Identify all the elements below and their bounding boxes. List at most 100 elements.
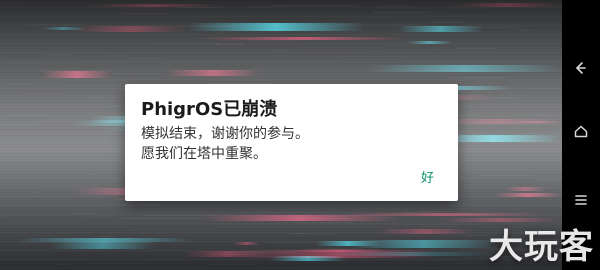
noise-line [466, 235, 488, 236]
glitch-band [350, 240, 497, 248]
noise-line [36, 121, 82, 122]
noise-line [121, 218, 205, 219]
noise-line [52, 85, 120, 86]
noise-line [456, 48, 495, 49]
noise-line [416, 70, 448, 71]
noise-line [378, 6, 410, 7]
scanline [0, 210, 562, 211]
noise-line [220, 40, 302, 41]
dialog-message-line-2: 愿我们在塔中重聚。 [141, 146, 267, 162]
noise-line [529, 114, 553, 115]
noise-line [355, 18, 395, 19]
noise-line [8, 84, 32, 85]
noise-line [251, 67, 289, 68]
noise-line [212, 254, 255, 255]
noise-line [268, 242, 326, 243]
noise-line [41, 185, 98, 186]
noise-line [88, 124, 102, 125]
noise-line [126, 237, 133, 238]
noise-line [249, 212, 328, 213]
glitch-band [166, 70, 260, 76]
noise-line [97, 236, 114, 237]
scanline [0, 204, 562, 205]
glitch-band [407, 41, 452, 44]
back-icon [573, 60, 589, 80]
noise-line [3, 2, 21, 3]
noise-line [512, 30, 562, 31]
noise-line [224, 252, 296, 253]
scanline [0, 57, 562, 58]
dialog-message-line-1: 模拟结束，谢谢你的参与。 [141, 126, 309, 142]
glitch-band [234, 242, 259, 245]
noise-line [207, 264, 256, 265]
noise-line [465, 27, 518, 28]
menu-icon [573, 192, 589, 212]
noise-line [31, 192, 41, 193]
dialog-title: PhigrOS已崩溃 [141, 99, 278, 120]
noise-line [112, 73, 158, 74]
scanline [0, 15, 562, 16]
noise-line [23, 93, 63, 94]
noise-line [198, 38, 216, 39]
noise-line [127, 58, 163, 59]
noise-line [527, 88, 562, 89]
back-button[interactable] [562, 58, 600, 82]
noise-line [480, 175, 529, 176]
scanline [0, 21, 562, 22]
noise-line [308, 248, 363, 249]
noise-line [195, 248, 232, 249]
noise-line [214, 44, 245, 45]
noise-line [72, 29, 101, 30]
scanline [0, 54, 562, 55]
noise-line [142, 215, 219, 216]
noise-line [43, 70, 113, 71]
app-screen: PhigrOS已崩溃 模拟结束，谢谢你的参与。 愿我们在塔中重聚。 好 大玩客 [0, 0, 600, 270]
noise-line [383, 45, 419, 46]
noise-line [485, 125, 492, 126]
noise-line [429, 22, 463, 23]
home-icon [573, 123, 589, 143]
noise-line [413, 232, 463, 233]
noise-line [27, 24, 82, 25]
noise-line [435, 48, 441, 49]
menu-button[interactable] [562, 190, 600, 214]
noise-line [176, 7, 220, 8]
noise-line [403, 212, 430, 213]
glitch-band [367, 65, 562, 72]
noise-line [90, 174, 96, 175]
noise-line [475, 76, 483, 77]
noise-line [109, 204, 161, 205]
watermark-logo: 大玩客 [489, 227, 594, 267]
scanline [0, 42, 562, 43]
home-button[interactable] [562, 121, 600, 145]
noise-line [269, 50, 289, 51]
noise-line [295, 222, 353, 223]
crash-dialog: PhigrOS已崩溃 模拟结束，谢谢你的参与。 愿我们在塔中重聚。 好 [125, 84, 458, 201]
noise-line [274, 5, 354, 6]
scanline [0, 51, 562, 52]
ok-button[interactable]: 好 [415, 163, 440, 190]
noise-line [463, 24, 521, 25]
noise-line [369, 51, 382, 52]
noise-line [423, 226, 457, 227]
noise-line [12, 63, 41, 64]
noise-line [422, 267, 442, 268]
noise-line [71, 213, 96, 214]
noise-line [307, 50, 352, 51]
scanline [0, 228, 562, 229]
scanline [0, 9, 562, 10]
scanline [0, 18, 562, 19]
scanline [0, 12, 562, 13]
noise-line [318, 257, 371, 258]
glitch-band [505, 187, 546, 191]
noise-line [248, 220, 307, 221]
noise-line [111, 55, 125, 56]
noise-line [58, 264, 66, 265]
noise-line [131, 229, 216, 230]
scanline [0, 63, 562, 64]
scanline [0, 78, 562, 79]
glitch-band [42, 71, 112, 78]
noise-line [457, 263, 474, 264]
scanline [0, 60, 562, 61]
noise-line [84, 242, 150, 243]
